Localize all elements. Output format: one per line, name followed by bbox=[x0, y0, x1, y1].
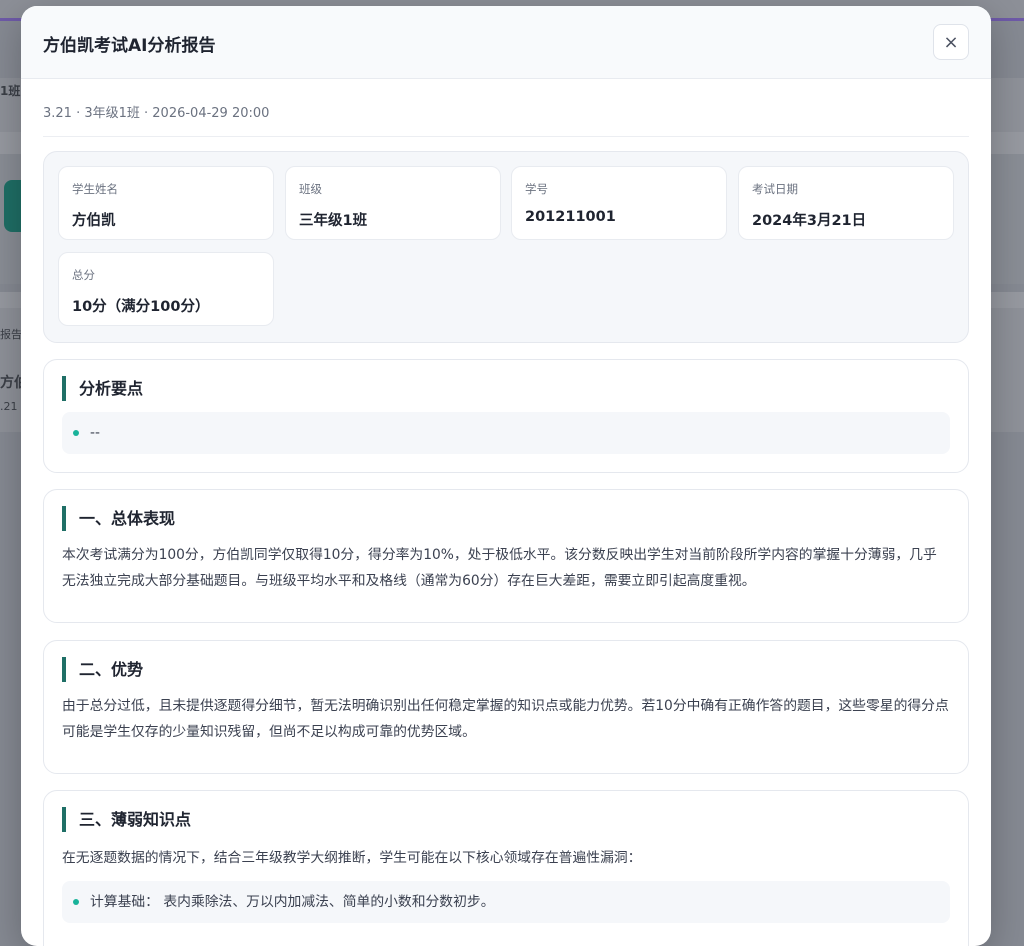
info-value: 2024年3月21日 bbox=[752, 209, 866, 230]
info-label: 考试日期 bbox=[752, 181, 798, 197]
section-text: 在无逐题数据的情况下，结合三年级教学大纲推断，学生可能在以下核心领域存在普遍性漏… bbox=[62, 845, 950, 871]
section-title: 二、优势 bbox=[62, 657, 143, 682]
info-label: 班级 bbox=[299, 181, 322, 197]
info-label: 学号 bbox=[525, 181, 548, 197]
background-date: .21 bbox=[0, 400, 18, 413]
section-title: 分析要点 bbox=[62, 376, 143, 401]
report-meta: 3.21 · 3年级1班 · 2026-04-29 20:00 bbox=[43, 102, 269, 121]
list-item: 计算基础： 表内乘除法、万以内加减法、简单的小数和分数初步。 bbox=[62, 881, 950, 923]
info-label: 总分 bbox=[72, 267, 95, 283]
modal-title: 方伯凯考试AI分析报告 bbox=[43, 31, 215, 56]
info-value: 方伯凯 bbox=[72, 209, 116, 230]
info-value: 三年级1班 bbox=[299, 209, 367, 230]
background-report-label: 报告 bbox=[0, 326, 22, 342]
section-strengths: 二、优势 由于总分过低，且未提供逐题得分细节，暂无法明确识别出任何稳定掌握的知识… bbox=[43, 640, 969, 774]
info-value: 201211001 bbox=[525, 209, 616, 225]
section-title: 三、薄弱知识点 bbox=[62, 807, 191, 832]
info-value: 10分（满分100分） bbox=[72, 295, 209, 316]
section-text: 本次考试满分为100分，方伯凯同学仅取得10分，得分率为10%，处于极低水平。该… bbox=[62, 542, 950, 594]
bullet-dot-icon bbox=[73, 430, 79, 436]
student-info-panel: 学生姓名 方伯凯 班级 三年级1班 学号 201211001 考试日期 2024… bbox=[43, 151, 969, 343]
info-label: 学生姓名 bbox=[72, 181, 118, 197]
report-modal: 方伯凯考试AI分析报告 × 3.21 · 3年级1班 · 2026-04-29 … bbox=[21, 6, 991, 946]
section-title: 一、总体表现 bbox=[62, 506, 175, 531]
info-card-class: 班级 三年级1班 bbox=[285, 166, 501, 240]
close-icon: × bbox=[943, 32, 958, 53]
info-card-total-score: 总分 10分（满分100分） bbox=[58, 252, 274, 326]
bullet-dot-icon bbox=[73, 899, 79, 905]
modal-header: 方伯凯考试AI分析报告 × bbox=[21, 6, 991, 79]
background-teal-card bbox=[4, 180, 22, 232]
info-card-student-id: 学号 201211001 bbox=[511, 166, 727, 240]
section-text: 由于总分过低，且未提供逐题得分细节，暂无法明确识别出任何稳定掌握的知识点或能力优… bbox=[62, 693, 950, 745]
section-overall: 一、总体表现 本次考试满分为100分，方伯凯同学仅取得10分，得分率为10%，处… bbox=[43, 489, 969, 623]
list-item: -- bbox=[62, 412, 950, 454]
section-weak-points: 三、薄弱知识点 在无逐题数据的情况下，结合三年级教学大纲推断，学生可能在以下核心… bbox=[43, 790, 969, 946]
list-item-text: -- bbox=[90, 425, 100, 441]
background-class-tab: 1班 bbox=[0, 82, 20, 99]
close-button[interactable]: × bbox=[933, 24, 969, 60]
list-item-text: 计算基础： 表内乘除法、万以内加减法、简单的小数和分数初步。 bbox=[90, 894, 495, 910]
section-key-points: 分析要点 -- bbox=[43, 359, 969, 473]
info-card-name: 学生姓名 方伯凯 bbox=[58, 166, 274, 240]
info-card-exam-date: 考试日期 2024年3月21日 bbox=[738, 166, 954, 240]
meta-divider bbox=[43, 136, 969, 137]
